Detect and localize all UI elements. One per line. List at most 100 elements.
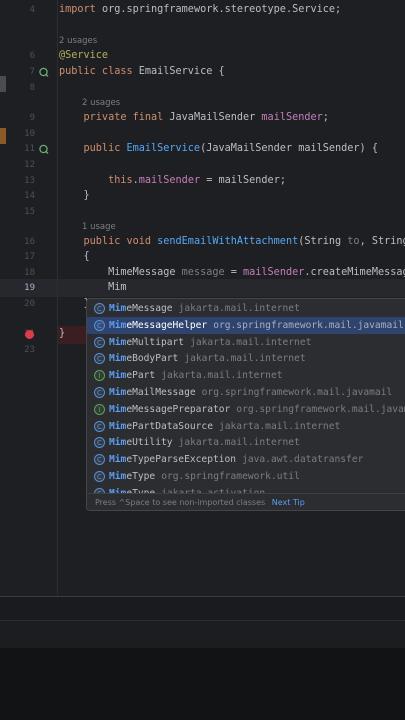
completion-item[interactable]: C MimePartDataSource jakarta.mail.internet [87,418,405,435]
line-number: 14 [24,191,35,201]
breakpoint-icon[interactable] [25,330,34,339]
usage-hint-row[interactable]: 2 usages [0,33,405,49]
completion-item[interactable]: C MimeMailMessage org.springframework.mail… [87,384,405,401]
completion-item-label: MimeType org.springframework.util [109,471,300,482]
completion-item-label: MimeBodyPart jakarta.mail.internet [109,353,306,365]
line-number: 9 [29,113,35,123]
code-text[interactable]: import org.springframework.stereotype.Se… [59,2,341,18]
completion-item-label: MimePart jakarta.mail.internet [109,370,283,382]
class-icon: C [94,303,105,314]
class-icon: C [94,420,105,432]
status-bar [0,620,405,648]
interface-icon: I [94,370,105,382]
completion-item[interactable]: I MimeMessagePreparator org.springframewor… [87,401,405,418]
line-number: 16 [24,237,35,247]
line-number: 17 [24,252,35,262]
code-text[interactable]: } [59,188,90,204]
completion-item[interactable]: C MimeMessageHelper org.springframework.ma… [87,316,405,334]
line-number: 6 [29,51,35,61]
usage-hint-row[interactable]: 2 usages [0,95,405,111]
tool-window-strip [0,596,405,620]
line-number: 19 [24,283,35,293]
line-number: 10 [24,129,35,139]
code-line[interactable]: 11 public EmailService(JavaMailSender ma… [0,141,405,157]
code-line[interactable]: 10 [0,126,405,142]
line-number: 23 [24,345,35,355]
line-number: 12 [24,160,35,170]
completion-item-label: MimeMultipart jakarta.mail.internet [109,336,312,348]
completion-item[interactable]: I MimePart jakarta.mail.internet [87,367,405,384]
completion-item-package: org.springframework.mail.javamail [201,387,393,398]
completion-item-package: java.awt.datatransfer [242,454,364,466]
completion-footer-text: Press ^Space to see non-imported classes [95,498,266,507]
code-line[interactable]: 19 Mim [0,280,405,296]
class-icon: C [94,471,105,482]
completion-item-package: jakarta.mail.internet [178,437,300,449]
next-tip-link[interactable]: Next Tip [272,498,305,507]
class-icon: C [94,454,105,466]
completion-item-package: jakarta.mail.internet [184,353,306,365]
code-line[interactable]: 14 } [0,188,405,204]
completion-item-package: org.springframework.mail.javamail [213,319,404,331]
code-text[interactable]: this.mailSender = mailSender; [59,173,286,189]
completion-item[interactable]: C MimeMessage jakarta.mail.internet [87,300,405,317]
completion-item-label: MimePartDataSource jakarta.mail.internet [109,420,341,432]
completion-item-label: MimeUtility jakarta.mail.internet [109,437,300,449]
class-icon: C [94,319,105,331]
code-line[interactable]: 17 { [0,249,405,265]
code-line[interactable]: 6 @Service [0,48,405,64]
code-line[interactable]: 15 [0,204,405,220]
code-text[interactable]: private final JavaMailSender mailSender; [59,110,329,126]
class-icon: C [94,387,105,398]
completion-item-label: MimeMessagePreparator org.springframework… [109,401,405,418]
completion-item-package: org.springframework.mail.javamail [236,403,405,415]
code-line[interactable]: 12 [0,157,405,173]
completion-item[interactable]: C MimeType org.springframework.util [87,468,405,485]
code-text[interactable]: Mim [59,280,126,296]
code-line[interactable]: 4 import org.springframework.stereotype.S… [0,2,405,18]
line-number: 13 [24,176,35,186]
code-text[interactable]: { [59,249,90,265]
completion-item-label: MimeMessage jakarta.mail.internet [109,303,300,314]
usage-count-hint[interactable]: 2 usages [82,95,120,111]
code-text[interactable]: } [59,326,65,342]
completion-item-package: jakarta.mail.internet [178,303,300,314]
completion-item-label: MimeTypeParseException java.awt.datatrans… [109,454,364,466]
completion-item-package: org.springframework.util [161,471,300,482]
usage-count-hint[interactable]: 1 usage [82,219,116,235]
completion-item-package: jakarta.mail.internet [190,336,312,348]
completion-footer: Press ^Space to see non-imported classes… [87,493,405,510]
completion-item[interactable]: C MimeBodyPart jakarta.mail.internet [87,350,405,367]
code-line[interactable]: 16 public void sendEmailWithAttachment(S… [0,234,405,250]
usage-hint-row[interactable]: 1 usage [0,219,405,235]
code-text[interactable]: public EmailService(JavaMailSender mailS… [59,141,378,157]
code-text[interactable]: @Service [59,48,108,64]
line-number: 20 [24,299,35,309]
usage-count-hint[interactable]: 2 usages [59,33,97,49]
code-line[interactable]: 7 public class EmailService { [0,64,405,80]
code-line[interactable]: 13 this.mailSender = mailSender; [0,173,405,189]
code-line[interactable]: 8 [0,80,405,96]
line-number: 11 [24,144,35,154]
class-icon: C [94,336,105,348]
line-number: 7 [29,67,35,77]
completion-item-package: jakarta.mail.internet [161,370,283,382]
code-text[interactable]: public class EmailService { [59,64,225,80]
completion-item[interactable]: C MimeMultipart jakarta.mail.internet [87,334,405,351]
interface-icon: I [94,403,105,415]
code-editor[interactable]: 4 import org.springframework.stereotype.S… [0,0,405,596]
completion-item[interactable]: C MimeTypeParseException java.awt.datatran… [87,451,405,468]
spring-bean-icon[interactable] [38,64,49,80]
class-icon: C [94,437,105,449]
completion-popup[interactable]: C MimeMessage jakarta.mail.internet C MimeMe… [86,298,405,511]
spring-bean-icon[interactable] [38,141,49,157]
line-number: 8 [29,83,35,93]
completion-item-package: jakarta.mail.internet [218,420,341,432]
code-text[interactable]: MimeMessage message = mailSender.createM… [59,265,405,281]
line-number: 15 [24,207,35,217]
completion-item[interactable]: C MimeUtility jakarta.mail.internet [87,434,405,451]
line-number: 4 [29,5,35,15]
code-line[interactable]: 9 private final JavaMailSender mailSende… [0,110,405,126]
code-line[interactable]: 18 MimeMessage message = mailSender.crea… [0,265,405,281]
code-text[interactable]: public void sendEmailWithAttachment(Stri… [59,234,405,250]
